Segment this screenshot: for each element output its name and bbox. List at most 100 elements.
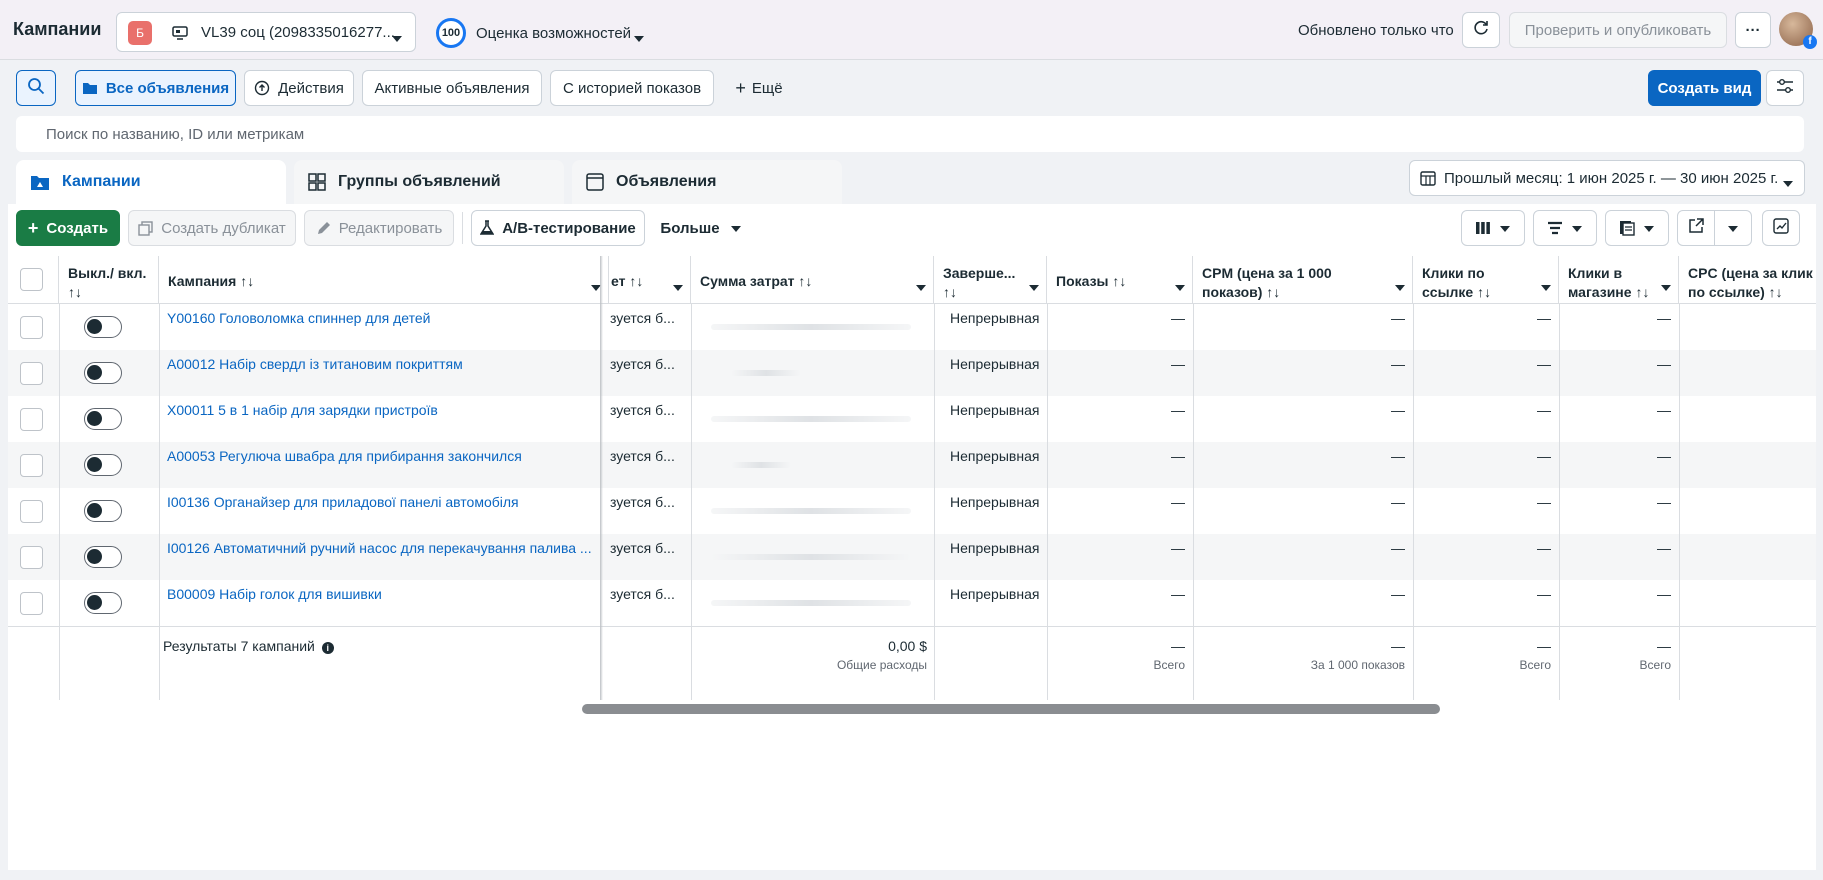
row-checkbox[interactable] xyxy=(20,500,43,523)
campaign-name-link[interactable]: B00009 Набір голок для вишивки xyxy=(159,580,599,626)
ends-cell: Непрерывная xyxy=(950,586,1040,602)
tab-ads-label: Объявления xyxy=(616,173,717,190)
toolbar-divider xyxy=(462,212,463,244)
ab-test-button[interactable]: A/B-тестирование xyxy=(471,210,645,246)
campaign-toggle[interactable] xyxy=(84,454,122,476)
table-row[interactable]: Y00160 Головоломка спиннер для детей зует… xyxy=(8,304,1816,350)
select-all-checkbox[interactable] xyxy=(20,268,43,291)
ad-icon xyxy=(586,173,604,191)
filter-all-ads-label: Все объявления xyxy=(105,79,230,97)
header-impressions[interactable]: Показы ↑↓ xyxy=(1047,256,1193,304)
info-icon[interactable]: i xyxy=(321,642,334,654)
header-campaign[interactable]: Кампания ↑↓ xyxy=(159,256,609,304)
table-row[interactable]: B00009 Набір голок для вишивки зуется б..… xyxy=(8,580,1816,626)
impressions-cell: — xyxy=(1171,402,1185,418)
campaign-toggle[interactable] xyxy=(84,408,122,430)
refresh-icon xyxy=(1472,19,1490,41)
spend-placeholder-bar xyxy=(711,554,911,560)
row-checkbox[interactable] xyxy=(20,362,43,385)
header-link-clicks[interactable]: Клики по ссылке ↑↓ xyxy=(1413,256,1559,304)
opportunity-score: 100 xyxy=(436,18,466,48)
campaign-name-link[interactable]: A00012 Набір свердл із титановим покритт… xyxy=(159,350,599,396)
create-view-button[interactable]: Создать вид xyxy=(1648,70,1761,106)
table-row[interactable]: A00053 Регулюча швабра для прибирання за… xyxy=(8,442,1816,488)
folder-icon xyxy=(82,81,98,95)
campaign-name-link[interactable]: I00126 Автоматичний ручний насос для пер… xyxy=(159,534,599,580)
view-settings-button[interactable] xyxy=(1766,70,1804,106)
tab-ads[interactable]: Объявления xyxy=(572,160,842,204)
campaign-toggle[interactable] xyxy=(84,362,122,384)
spend-placeholder-bar xyxy=(731,462,791,468)
horizontal-scrollbar[interactable] xyxy=(582,704,1440,714)
export-button[interactable] xyxy=(1677,210,1715,246)
filter-more-button[interactable]: + Ещё xyxy=(722,70,796,106)
campaign-name-link[interactable]: X00011 5 в 1 набір для зарядки пристроїв xyxy=(159,396,599,442)
spend-placeholder-bar xyxy=(731,370,801,376)
header-cpc[interactable]: CPC (цена за клик по ссылке) ↑↓ xyxy=(1679,256,1816,304)
header-shop-clicks[interactable]: Клики в магазине ↑↓ xyxy=(1559,256,1679,304)
campaign-name-link[interactable]: I00136 Органайзер для приладової панелі … xyxy=(159,488,599,534)
row-checkbox[interactable] xyxy=(20,546,43,569)
row-checkbox[interactable] xyxy=(20,592,43,615)
table-row[interactable]: I00126 Автоматичний ручний насос для пер… xyxy=(8,534,1816,580)
avatar[interactable]: f xyxy=(1779,12,1817,49)
row-checkbox[interactable] xyxy=(20,408,43,431)
review-publish-button[interactable]: Проверить и опубликовать xyxy=(1509,12,1727,48)
row-checkbox[interactable] xyxy=(20,316,43,339)
page-title: Кампании xyxy=(13,19,102,39)
table-row[interactable]: I00136 Органайзер для приладової панелі … xyxy=(8,488,1816,534)
filter-actions[interactable]: Действия xyxy=(244,70,354,106)
frozen-column-edge xyxy=(600,256,603,700)
header-ends[interactable]: Заверше... ↑↓ xyxy=(934,256,1047,304)
filter-active-ads[interactable]: Активные объявления xyxy=(362,70,542,106)
campaign-toggle[interactable] xyxy=(84,500,122,522)
campaign-toggle[interactable] xyxy=(84,316,122,338)
search-input[interactable]: Поиск по названию, ID или метрикам xyxy=(16,116,1804,152)
chevron-down-icon xyxy=(1029,278,1039,297)
header-spend[interactable]: Сумма затрат ↑↓ xyxy=(691,256,934,304)
results-summary-label: Результаты 7 кампаний xyxy=(163,638,315,654)
create-label: Создать xyxy=(46,219,109,237)
calendar-icon xyxy=(1420,170,1436,186)
header-cpm[interactable]: CPM (цена за 1 000 показов) ↑↓ xyxy=(1193,256,1413,304)
tab-adsets[interactable]: Группы объявлений xyxy=(294,160,564,204)
impressions-cell: — xyxy=(1171,356,1185,372)
table-row[interactable]: X00011 5 в 1 набір для зарядки пристроїв… xyxy=(8,396,1816,442)
budget-cell: зуется б... xyxy=(610,540,675,556)
filter-with-history[interactable]: С историей показов xyxy=(550,70,714,106)
tab-campaigns[interactable]: Кампании xyxy=(16,160,286,204)
table-row[interactable]: A00012 Набір свердл із титановим покритт… xyxy=(8,350,1816,396)
header-toggle[interactable]: Выкл./ вкл. ↑↓ xyxy=(59,256,159,304)
chevron-down-icon xyxy=(1782,175,1794,192)
header-budget[interactable]: ет ↑↓ xyxy=(609,256,691,304)
edit-button[interactable]: Редактировать xyxy=(304,210,454,246)
campaign-name-link[interactable]: A00053 Регулюча швабра для прибирання за… xyxy=(159,442,599,488)
campaigns-table: Выкл./ вкл. ↑↓ Кампания ↑↓ ет ↑↓ Сумма з… xyxy=(8,256,1816,700)
campaign-toggle[interactable] xyxy=(84,546,122,568)
reports-button[interactable] xyxy=(1605,210,1669,246)
header-shop-clicks-label: Клики в магазине ↑↓ xyxy=(1568,265,1650,300)
charts-button[interactable] xyxy=(1762,210,1800,246)
filter-actions-label: Действия xyxy=(278,79,344,97)
duplicate-button[interactable]: Создать дубликат xyxy=(128,210,296,246)
shop-clicks-cell: — xyxy=(1657,356,1671,372)
footer-impressions: — xyxy=(1171,638,1185,654)
edit-label: Редактировать xyxy=(338,219,443,237)
create-button[interactable]: + Создать xyxy=(16,210,120,246)
refresh-button[interactable] xyxy=(1462,12,1500,48)
top-bar: Кампании Б VL39 соц (2098335016277... 10… xyxy=(0,0,1823,60)
filter-all-ads[interactable]: Все объявления xyxy=(75,70,236,106)
campaign-toggle[interactable] xyxy=(84,592,122,614)
columns-button[interactable] xyxy=(1461,210,1525,246)
date-range-picker[interactable]: Прошлый месяц: 1 июн 2025 г. — 30 июн 20… xyxy=(1409,160,1805,196)
breakdown-button[interactable] xyxy=(1533,210,1597,246)
more-menu-button[interactable]: Больше xyxy=(656,210,746,246)
link-clicks-cell: — xyxy=(1537,448,1551,464)
export-dropdown-button[interactable] xyxy=(1714,210,1752,246)
row-checkbox[interactable] xyxy=(20,454,43,477)
more-options-button[interactable]: ··· xyxy=(1735,12,1771,48)
search-button[interactable] xyxy=(16,70,56,106)
header-impressions-label: Показы ↑↓ xyxy=(1056,273,1127,289)
account-selector[interactable]: Б VL39 соц (2098335016277... xyxy=(116,12,416,52)
campaign-name-link[interactable]: Y00160 Головоломка спиннер для детей xyxy=(159,304,599,350)
